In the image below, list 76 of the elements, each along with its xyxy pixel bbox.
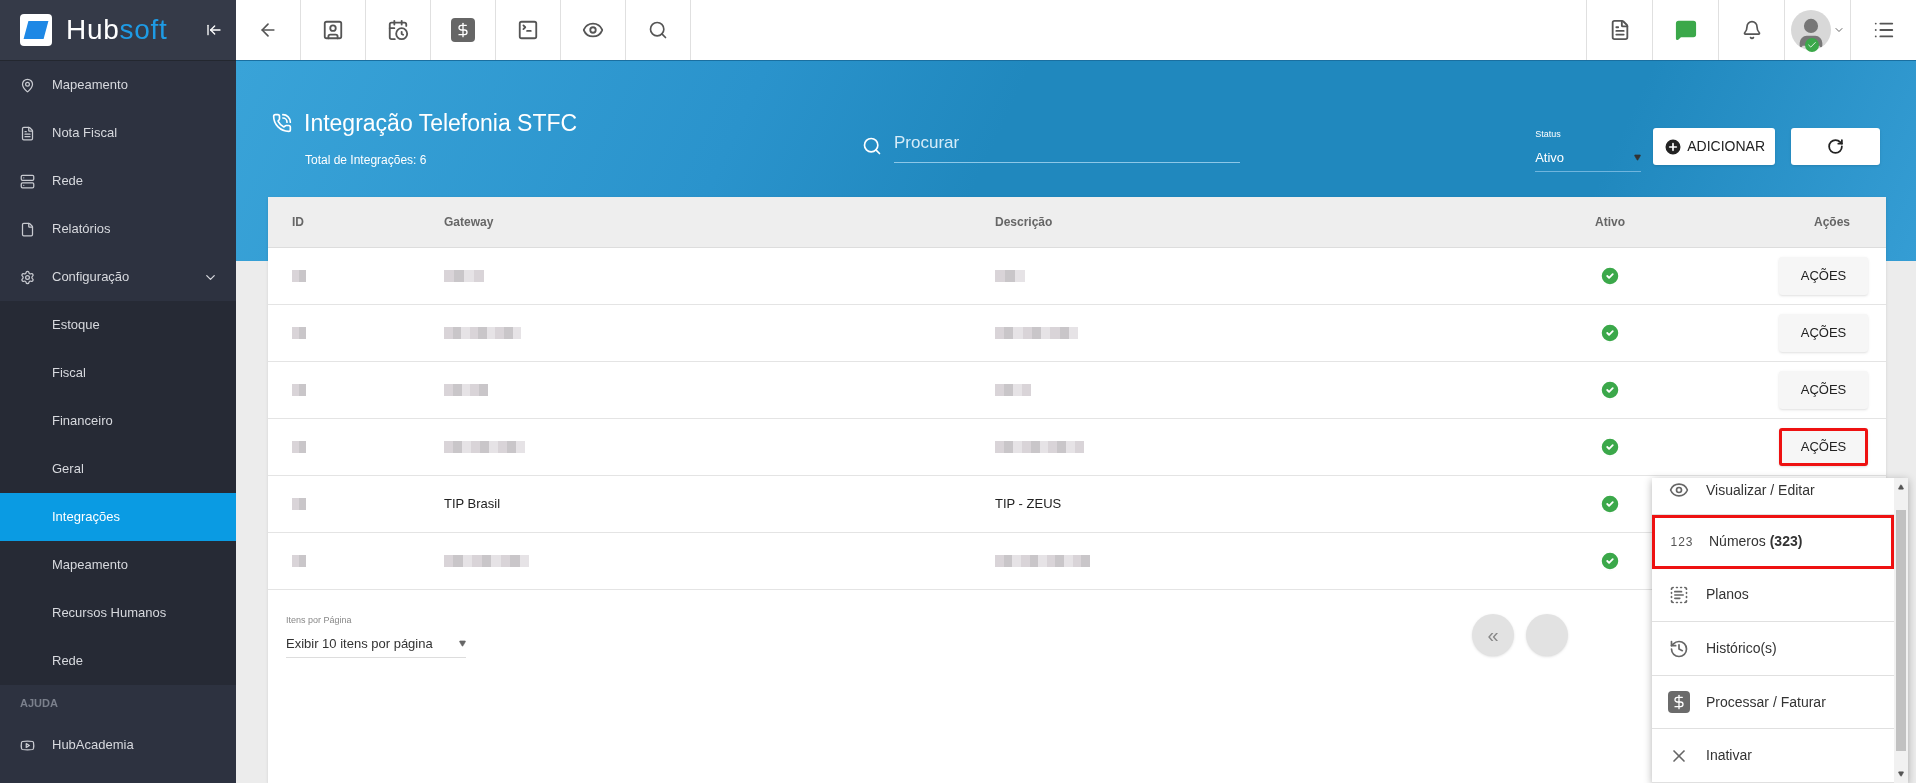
settings-icon	[20, 269, 35, 285]
refresh-icon	[1827, 138, 1844, 155]
scroll-down-icon[interactable]	[1898, 771, 1904, 777]
plus-icon	[1663, 136, 1684, 157]
blurred-text	[292, 555, 306, 567]
column-header: Descrição	[995, 214, 1054, 231]
calendar-icon[interactable]	[387, 19, 409, 41]
actions-button[interactable]: AÇÕES	[1779, 314, 1868, 352]
menu-item[interactable]: Visualizar / Editar	[1652, 478, 1894, 515]
blurred-text	[292, 270, 306, 282]
phone-icon	[272, 113, 292, 134]
brand-name: Hubsoft	[66, 13, 169, 47]
sidebar-item[interactable]: Mapeamento	[0, 541, 236, 589]
server-icon	[20, 173, 35, 189]
sidebar-item[interactable]: Financeiro	[0, 397, 236, 445]
search-icon[interactable]	[648, 20, 668, 40]
menu-item[interactable]: 123 Números (323)	[1652, 514, 1894, 569]
dropdown-arrow-icon	[1634, 153, 1642, 161]
dollar-icon	[1668, 691, 1690, 714]
sidebar-item[interactable]: Nota Fiscal	[0, 109, 236, 157]
page-size-select[interactable]: Itens por Página Exibir 10 itens por página	[286, 614, 466, 658]
blurred-text	[995, 270, 1025, 282]
status-select[interactable]: Status Ativo	[1535, 128, 1642, 172]
actions-button[interactable]: AÇÕES	[1779, 257, 1868, 295]
message-icon[interactable]	[1674, 19, 1697, 41]
sidebar-item[interactable]: Configuração	[0, 253, 236, 301]
search-field[interactable]: Procurar	[894, 130, 1240, 163]
page-title: Integração Telefonia STFC	[304, 109, 578, 138]
page-subtitle: Total de Integrações: 6	[305, 151, 428, 169]
file-icon	[20, 221, 35, 237]
blurred-text	[995, 384, 1031, 396]
sidebar-item[interactable]: Fiscal	[0, 349, 236, 397]
sidebar-item[interactable]: Mapeamento	[0, 61, 236, 109]
blurred-text	[444, 384, 488, 396]
blurred-text	[292, 327, 306, 339]
sidebar-item[interactable]: Geral	[0, 445, 236, 493]
history-icon	[1669, 638, 1689, 659]
eye-icon	[1669, 480, 1689, 500]
avatar[interactable]	[1790, 10, 1831, 50]
collapse-icon[interactable]	[206, 22, 222, 38]
document-icon	[1669, 584, 1689, 605]
search-icon	[862, 136, 882, 157]
column-header: Ativo	[1595, 214, 1625, 231]
actions-button[interactable]: AÇÕES	[1779, 428, 1868, 466]
menu-item[interactable]: Processar / Faturar	[1652, 675, 1894, 730]
scrollbar[interactable]	[1894, 478, 1908, 783]
sidebar-item[interactable]: Relatórios	[0, 205, 236, 253]
refresh-button[interactable]	[1791, 128, 1880, 165]
sidebar-item[interactable]: Estoque	[0, 301, 236, 349]
blurred-text	[444, 270, 484, 282]
blurred-text	[292, 384, 306, 396]
dropdown-arrow-icon	[459, 639, 466, 647]
numbers-icon: 123	[1670, 532, 1694, 551]
add-button[interactable]: ADICIONAR	[1653, 128, 1775, 165]
contact-icon[interactable]	[322, 19, 344, 41]
document-icon	[20, 125, 35, 141]
actions-button[interactable]: AÇÕES	[1779, 371, 1868, 409]
blurred-text	[292, 498, 306, 510]
section-heading: AJUDA	[19, 695, 59, 711]
sidebar-item[interactable]: Rede	[0, 637, 236, 685]
sidebar-item[interactable]: Rede	[0, 157, 236, 205]
scroll-up-icon[interactable]	[1898, 484, 1904, 490]
bell-icon[interactable]	[1741, 20, 1762, 40]
table-cell: TIP - ZEUS	[995, 496, 1062, 512]
column-header: ID	[292, 214, 305, 231]
blurred-text	[292, 441, 306, 453]
sidebar-item[interactable]: HubAcademia	[0, 721, 236, 769]
logo-icon	[20, 14, 52, 46]
table-cell: TIP Brasil	[444, 496, 501, 512]
dollar-icon[interactable]	[451, 18, 475, 42]
map-pin-icon	[20, 77, 35, 93]
video-icon	[20, 737, 35, 753]
sidebar-item[interactable]: Recursos Humanos	[0, 589, 236, 637]
terminal-icon[interactable]	[517, 19, 539, 41]
column-header: Gateway	[444, 214, 495, 231]
column-header: Ações	[1813, 214, 1851, 231]
